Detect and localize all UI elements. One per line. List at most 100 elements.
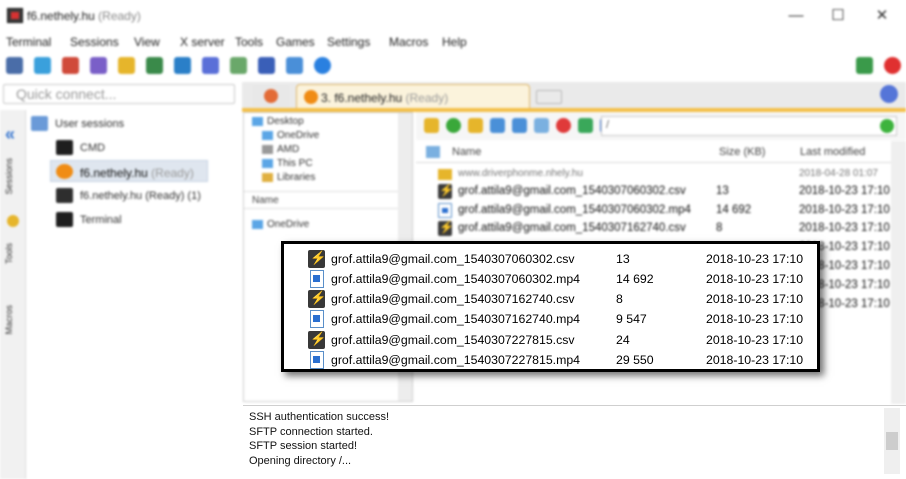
computer-icon xyxy=(262,158,273,168)
menu-games[interactable]: Games xyxy=(276,35,315,49)
collapse-arrow-icon[interactable]: « xyxy=(5,124,15,145)
side-tab-macros[interactable]: Macros xyxy=(4,305,20,335)
log-line: SSH authentication success! xyxy=(249,411,390,423)
filter-icon[interactable] xyxy=(578,118,593,133)
split-icon[interactable] xyxy=(174,57,191,74)
tree-onedrive[interactable]: OneDrive xyxy=(262,130,319,141)
menu-macros[interactable]: Macros xyxy=(389,35,428,49)
tab-active-session[interactable]: 3. f6.nethely.hu (Ready) xyxy=(296,84,530,110)
delete-icon[interactable] xyxy=(556,118,571,133)
menu-help[interactable]: Help xyxy=(442,35,467,49)
file-list-header: Name Size (KB) Last modified xyxy=(416,141,891,163)
log-scroll-thumb[interactable] xyxy=(886,432,898,450)
callout-row[interactable]: grof.attila9@gmail.com_1540307162740.csv… xyxy=(308,289,808,309)
exit-icon[interactable] xyxy=(884,57,901,74)
tunneling-icon[interactable] xyxy=(230,57,247,74)
side-tab-tools[interactable]: Tools xyxy=(4,243,20,264)
minimize-button[interactable]: — xyxy=(786,6,806,26)
window-title-host: f6.nethely.hu xyxy=(27,9,95,23)
maximize-button[interactable]: ☐ xyxy=(828,6,848,26)
folder-icon xyxy=(438,169,452,180)
view-icon[interactable] xyxy=(146,57,163,74)
multiexec-icon[interactable] xyxy=(202,57,219,74)
tree-amd[interactable]: AMD xyxy=(262,144,299,155)
home-tab-icon[interactable] xyxy=(253,85,289,107)
new-folder-icon[interactable] xyxy=(468,118,483,133)
parent-folder-icon[interactable] xyxy=(424,118,439,133)
help-icon[interactable] xyxy=(314,57,331,74)
video-file-icon xyxy=(310,351,324,369)
cloud-icon xyxy=(262,130,273,140)
attach-icon[interactable] xyxy=(880,85,898,103)
go-icon[interactable] xyxy=(880,119,894,133)
xserver-icon[interactable] xyxy=(856,57,873,74)
file-modified: 2018-10-23 17:10 xyxy=(706,333,804,347)
new-file-icon[interactable] xyxy=(534,118,549,133)
callout-row[interactable]: grof.attila9@gmail.com_1540307060302.mp4… xyxy=(308,269,808,289)
settings-icon[interactable] xyxy=(286,57,303,74)
menu-bar: Terminal Sessions View X server Tools Ga… xyxy=(0,33,906,51)
log-line: Opening directory /... xyxy=(249,455,352,467)
tree-lower-onedrive[interactable]: OneDrive xyxy=(252,219,309,230)
sessions-icon[interactable] xyxy=(118,57,135,74)
session-status: (Ready) xyxy=(151,166,194,180)
video-file-icon xyxy=(310,310,324,328)
file-name: grof.attila9@gmail.com_1540307162740.csv xyxy=(331,292,575,306)
quick-connect-input[interactable]: Quick connect... xyxy=(3,84,235,104)
menu-tools[interactable]: Tools xyxy=(235,35,263,49)
tree-libraries[interactable]: Libraries xyxy=(262,172,315,183)
file-size: 8 xyxy=(716,222,723,234)
csv-file-icon xyxy=(308,331,326,349)
packages-icon[interactable] xyxy=(258,57,275,74)
session-icon[interactable] xyxy=(6,57,23,74)
file-modified: 2018-10-23 17:10 xyxy=(799,222,890,234)
tree-desktop[interactable]: Desktop xyxy=(252,116,304,127)
tree-column-header[interactable]: Name xyxy=(244,191,399,209)
download-icon[interactable] xyxy=(512,118,527,133)
tree-this-pc[interactable]: This PC xyxy=(262,158,313,169)
file-row[interactable]: grof.attila9@gmail.com_1540307060302.mp4… xyxy=(416,201,891,220)
callout-row[interactable]: grof.attila9@gmail.com_1540307060302.csv… xyxy=(308,249,808,269)
refresh-icon[interactable] xyxy=(446,118,461,133)
side-tab-sessions[interactable]: Sessions xyxy=(4,158,20,195)
callout-row[interactable]: grof.attila9@gmail.com_1540307227815.mp4… xyxy=(308,350,808,370)
servers-icon[interactable] xyxy=(34,57,51,74)
menu-view[interactable]: View xyxy=(134,35,160,49)
tree-label: Desktop xyxy=(267,116,304,127)
callout-row[interactable]: grof.attila9@gmail.com_1540307162740.mp4… xyxy=(308,309,808,329)
tab-label-status: (Ready) xyxy=(405,91,449,105)
col-modified[interactable]: Last modified xyxy=(800,146,865,158)
cloud-icon xyxy=(252,219,263,229)
file-name: grof.attila9@gmail.com_1540307227815.csv xyxy=(331,333,575,347)
menu-settings[interactable]: Settings xyxy=(327,35,370,49)
tree-label: This PC xyxy=(277,158,313,169)
menu-terminal[interactable]: Terminal xyxy=(6,35,51,49)
file-row[interactable]: grof.attila9@gmail.com_1540307060302.csv… xyxy=(416,182,891,201)
window-title-status: (Ready) xyxy=(98,9,141,23)
menu-sessions[interactable]: Sessions xyxy=(70,35,119,49)
terminal-icon xyxy=(56,140,73,155)
csv-file-icon xyxy=(308,250,326,268)
mobaxterm-icon xyxy=(56,188,73,203)
close-button[interactable]: ✕ xyxy=(872,6,892,26)
file-size: 14 692 xyxy=(716,204,752,216)
file-name: grof.attila9@gmail.com_1540307060302.csv xyxy=(458,185,686,197)
new-tab-icon[interactable] xyxy=(536,90,562,104)
callout-row[interactable]: grof.attila9@gmail.com_1540307227815.csv… xyxy=(308,330,808,350)
tools-icon[interactable] xyxy=(62,57,79,74)
file-list-scrollbar[interactable] xyxy=(891,141,906,404)
path-input[interactable]: / xyxy=(601,116,897,136)
folder-up-icon[interactable] xyxy=(426,146,440,158)
menu-x-server[interactable]: X server xyxy=(180,35,225,49)
col-size[interactable]: Size (KB) xyxy=(719,146,765,158)
log-line: SFTP connection started. xyxy=(249,426,373,438)
file-row[interactable]: grof.attila9@gmail.com_1540307162740.csv… xyxy=(416,219,891,238)
video-file-icon xyxy=(438,203,452,218)
upload-icon[interactable] xyxy=(490,118,505,133)
col-name[interactable]: Name xyxy=(452,146,481,158)
csv-file-icon xyxy=(308,290,326,308)
tree-label: AMD xyxy=(277,144,300,155)
file-name: grof.attila9@gmail.com_1540307060302.csv xyxy=(331,252,575,266)
games-icon[interactable] xyxy=(90,57,107,74)
file-name: www.driverphonme.nhely.hu xyxy=(458,168,583,179)
